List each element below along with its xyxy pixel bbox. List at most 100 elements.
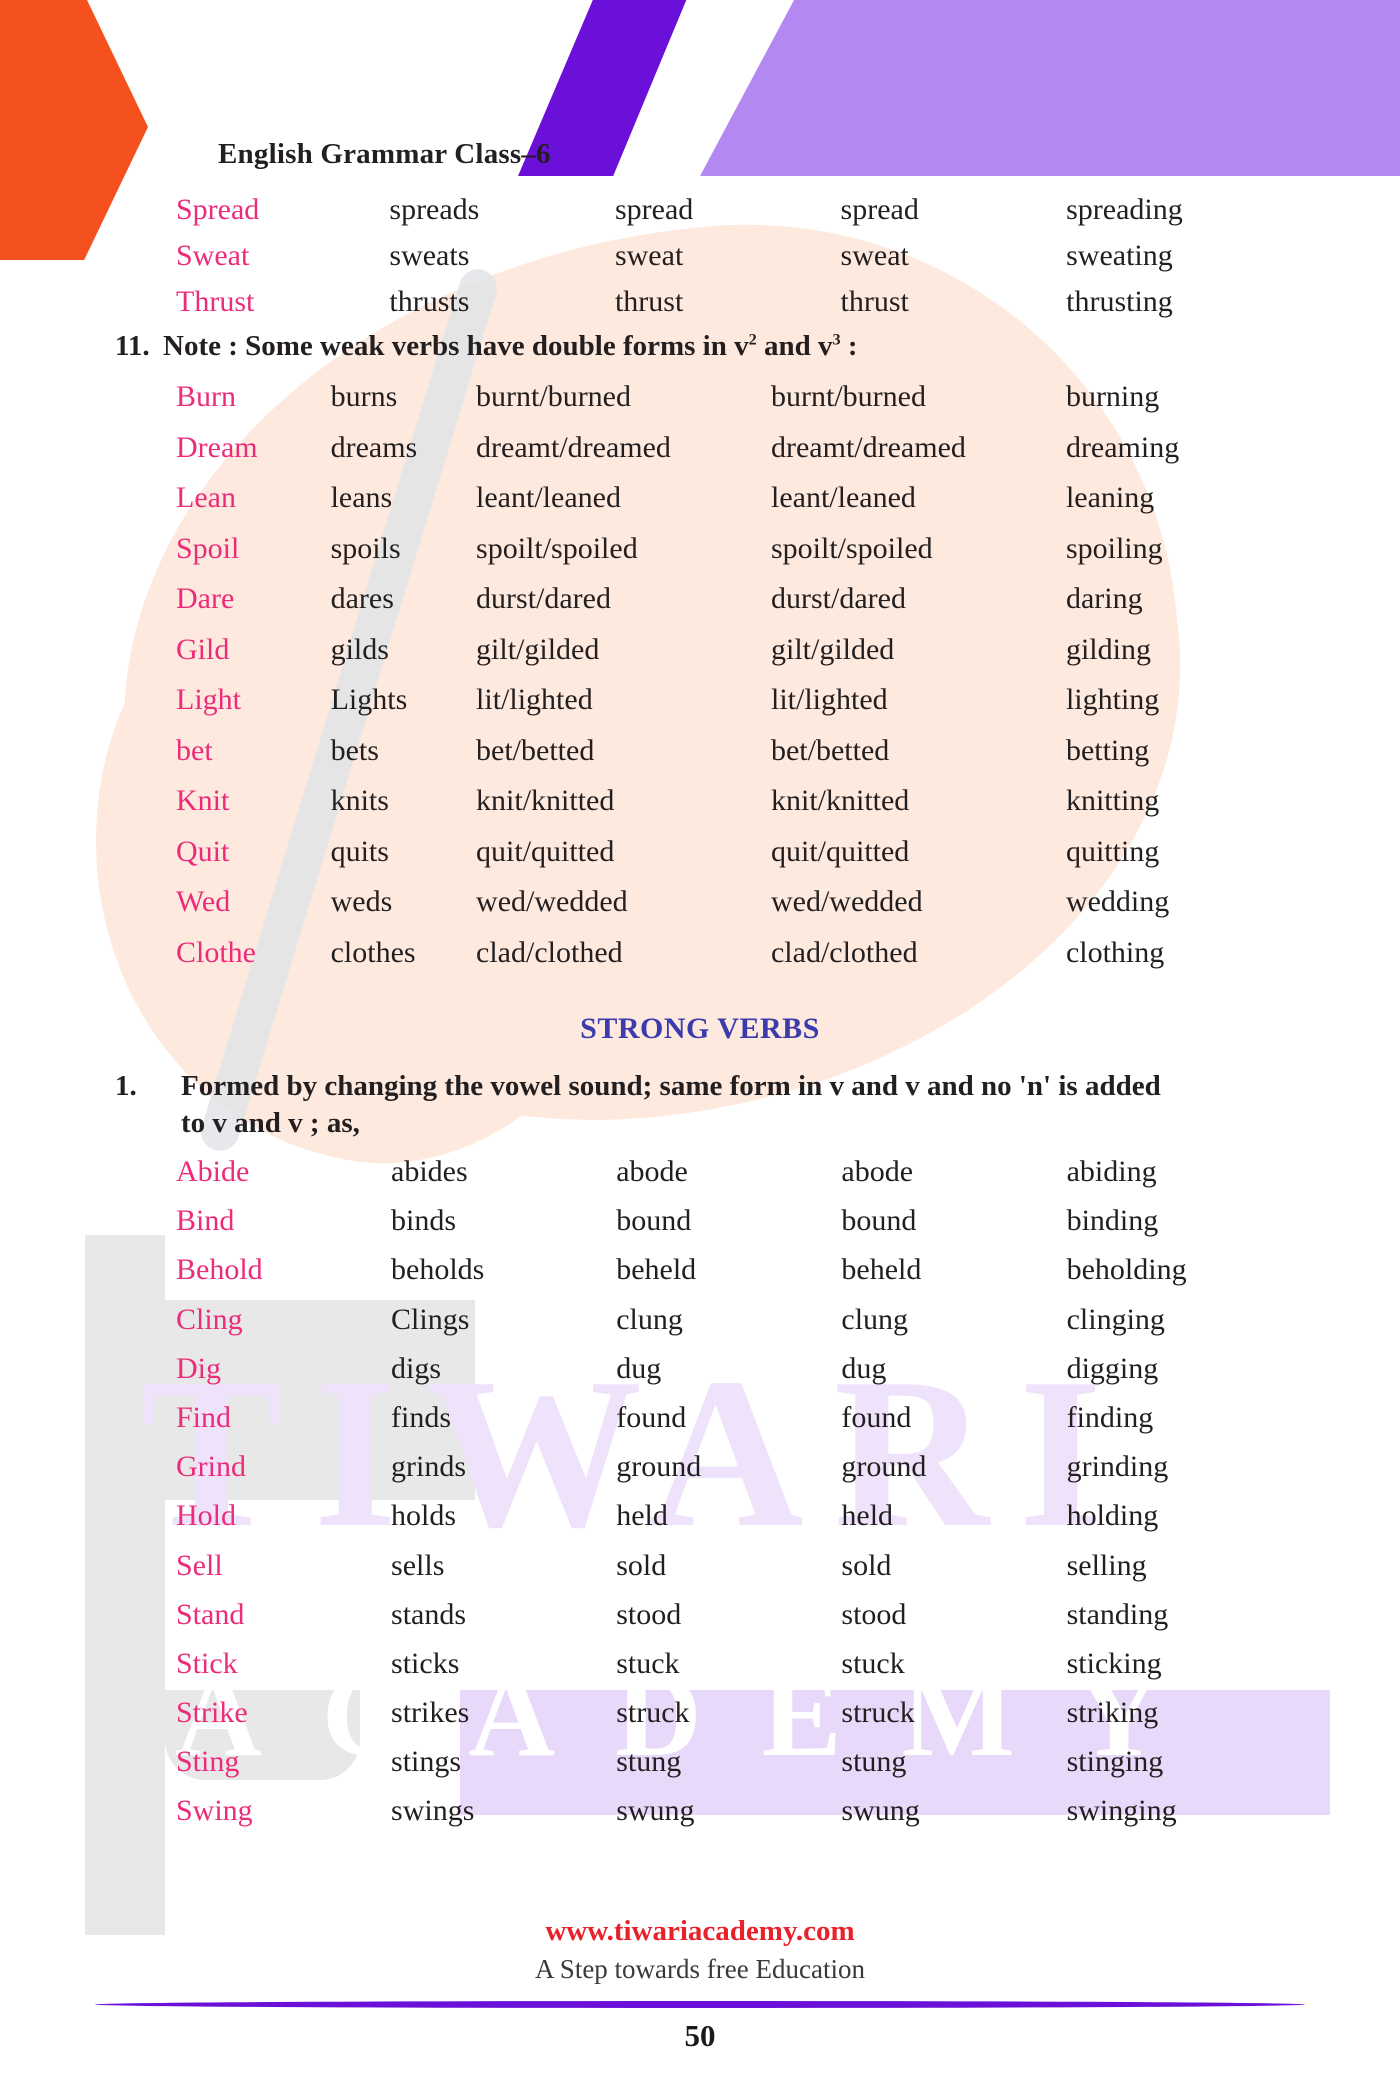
- verb-form-3: sold: [841, 1548, 892, 1582]
- verb-form-1: thrusts: [389, 285, 470, 318]
- verb-base-form: Sell: [176, 1548, 223, 1582]
- note-text-mid: and v: [756, 330, 833, 362]
- verb-form-4: thrusting: [1066, 285, 1173, 318]
- footer-website-link[interactable]: www.tiwariacademy.com: [0, 1915, 1400, 1948]
- verb-form-3: spread: [840, 193, 919, 226]
- verb-form-1: clothes: [330, 935, 416, 969]
- verb-form-1: binds: [391, 1204, 457, 1238]
- verb-form-4: stinging: [1066, 1745, 1164, 1779]
- table-row: Strike strikes struck struck striking: [176, 1696, 1306, 1745]
- verb-form-4: leaning: [1065, 481, 1155, 514]
- verb-base-form: Thrust: [176, 285, 255, 318]
- verb-form-1: sticks: [391, 1646, 460, 1680]
- verb-form-1: knits: [330, 784, 389, 817]
- verb-form-1: sweats: [389, 239, 470, 272]
- verb-form-1: stings: [391, 1745, 462, 1779]
- verb-form-2: found: [616, 1400, 687, 1434]
- verb-form-3: held: [841, 1499, 894, 1533]
- verb-form-1: spoils: [330, 531, 401, 565]
- verb-form-3: ground: [841, 1450, 927, 1484]
- verb-form-3: dug: [841, 1351, 887, 1385]
- verb-form-3: durst/dared: [770, 582, 906, 615]
- verb-form-4: dreaming: [1065, 430, 1180, 464]
- orange-arrow-decoration: [0, 0, 148, 260]
- verb-base-form: Dare: [176, 582, 235, 615]
- note-number: 11.: [115, 330, 150, 362]
- verb-form-3: lit/lighted: [770, 683, 888, 716]
- verb-form-1: gilds: [330, 632, 389, 666]
- verb-form-2: quit/quitted: [476, 834, 615, 868]
- verb-form-2: clung: [616, 1302, 683, 1336]
- verb-form-2: leant/leaned: [476, 481, 621, 514]
- rule-line-2: to v and v ; as,: [181, 1107, 360, 1140]
- verb-form-4: standing: [1066, 1597, 1169, 1631]
- table-row: Spread spreads spread spread spreading: [176, 193, 1306, 239]
- verb-base-form: Spread: [176, 193, 260, 226]
- verb-form-2: clad/clothed: [476, 935, 623, 969]
- verb-form-4: knitting: [1065, 784, 1160, 817]
- verb-form-1: digs: [391, 1351, 442, 1385]
- verb-form-4: holding: [1066, 1499, 1159, 1533]
- verb-base-form: Spoil: [176, 531, 240, 565]
- note-line: 11. Note : Some weak verbs have double fo…: [115, 330, 858, 363]
- verb-form-4: spoiling: [1065, 531, 1163, 565]
- table-row: bet bets bet/betted bet/betted betting: [176, 734, 1306, 785]
- verb-base-form: Bind: [176, 1204, 235, 1238]
- verb-form-2: thrust: [614, 285, 684, 318]
- verb-form-2: wed/wedded: [476, 885, 628, 918]
- verb-form-4: sweating: [1066, 239, 1173, 272]
- verb-form-4: clothing: [1065, 935, 1165, 969]
- verb-form-4: quitting: [1065, 834, 1160, 868]
- verb-form-3: struck: [841, 1696, 915, 1730]
- table-row: Bind binds bound bound binding: [176, 1204, 1306, 1253]
- verb-form-1: swings: [391, 1794, 475, 1828]
- table-row: Sell sells sold sold selling: [176, 1549, 1306, 1598]
- verb-form-2: knit/knitted: [476, 784, 615, 817]
- page-number: 50: [684, 2018, 716, 2053]
- table-row: Burn burns burnt/burned burnt/burned burning: [176, 380, 1306, 431]
- verb-form-4: binding: [1066, 1204, 1159, 1238]
- verb-base-form: Strike: [176, 1696, 248, 1730]
- verb-base-form: Stick: [176, 1646, 238, 1680]
- verb-form-3: clad/clothed: [770, 935, 918, 969]
- verb-form-1: grinds: [391, 1450, 467, 1484]
- rule-line-1: Formed by changing the vowel sound; same…: [181, 1070, 1161, 1102]
- verb-form-1: Lights: [330, 683, 408, 716]
- verb-form-1: finds: [391, 1400, 452, 1434]
- note-superscript-2: 2: [748, 330, 757, 349]
- verb-form-1: spreads: [389, 193, 480, 226]
- verb-form-1: abides: [391, 1155, 468, 1188]
- verb-base-form: Find: [176, 1400, 232, 1434]
- verb-form-1: beholds: [391, 1253, 485, 1287]
- verb-base-form: Hold: [176, 1499, 236, 1533]
- verb-form-3: clung: [841, 1302, 909, 1336]
- verb-form-1: Clings: [391, 1302, 470, 1336]
- verb-base-form: Burn: [176, 380, 236, 413]
- strong-verbs-rule-1: 1. Formed by changing the vowel sound; s…: [115, 1068, 1305, 1142]
- footer-tagline: A Step towards free Education: [535, 1954, 865, 1984]
- note-text-before: Note : Some weak verbs have double forms…: [163, 330, 749, 362]
- verb-form-3: found: [841, 1400, 912, 1434]
- verb-form-2: abode: [616, 1155, 688, 1188]
- verb-base-form: Quit: [176, 834, 230, 868]
- verb-form-2: struck: [616, 1696, 690, 1730]
- verb-form-1: bets: [330, 733, 379, 767]
- page-title: English Grammar Class–6: [218, 138, 551, 170]
- verb-form-3: gilt/gilded: [770, 632, 895, 666]
- verb-form-2: lit/lighted: [476, 683, 593, 716]
- verb-form-3: stung: [841, 1745, 907, 1779]
- verb-base-form: Wed: [176, 885, 231, 918]
- verb-form-3: bet/betted: [770, 733, 890, 767]
- weak-verbs-continued-table: Spread spreads spread spread spreading Sweat s…: [176, 193, 1306, 331]
- weak-verbs-double-forms-table: Burn burns burnt/burned burnt/burned burning…: [176, 380, 1306, 986]
- verb-form-4: wedding: [1065, 885, 1170, 918]
- table-row: Hold holds held held holding: [176, 1499, 1306, 1548]
- table-body: Abide abides abode abode abiding Bind binds bou…: [176, 1155, 1306, 1844]
- verb-form-1: quits: [330, 834, 389, 868]
- verb-form-4: betting: [1065, 733, 1150, 767]
- table-row: Find finds found found finding: [176, 1401, 1306, 1450]
- verb-form-2: stuck: [616, 1646, 680, 1680]
- verb-base-form: Swing: [176, 1794, 253, 1828]
- verb-base-form: Knit: [176, 784, 230, 817]
- strong-verbs-table: Abide abides abode abode abiding Bind binds bou…: [176, 1155, 1306, 1844]
